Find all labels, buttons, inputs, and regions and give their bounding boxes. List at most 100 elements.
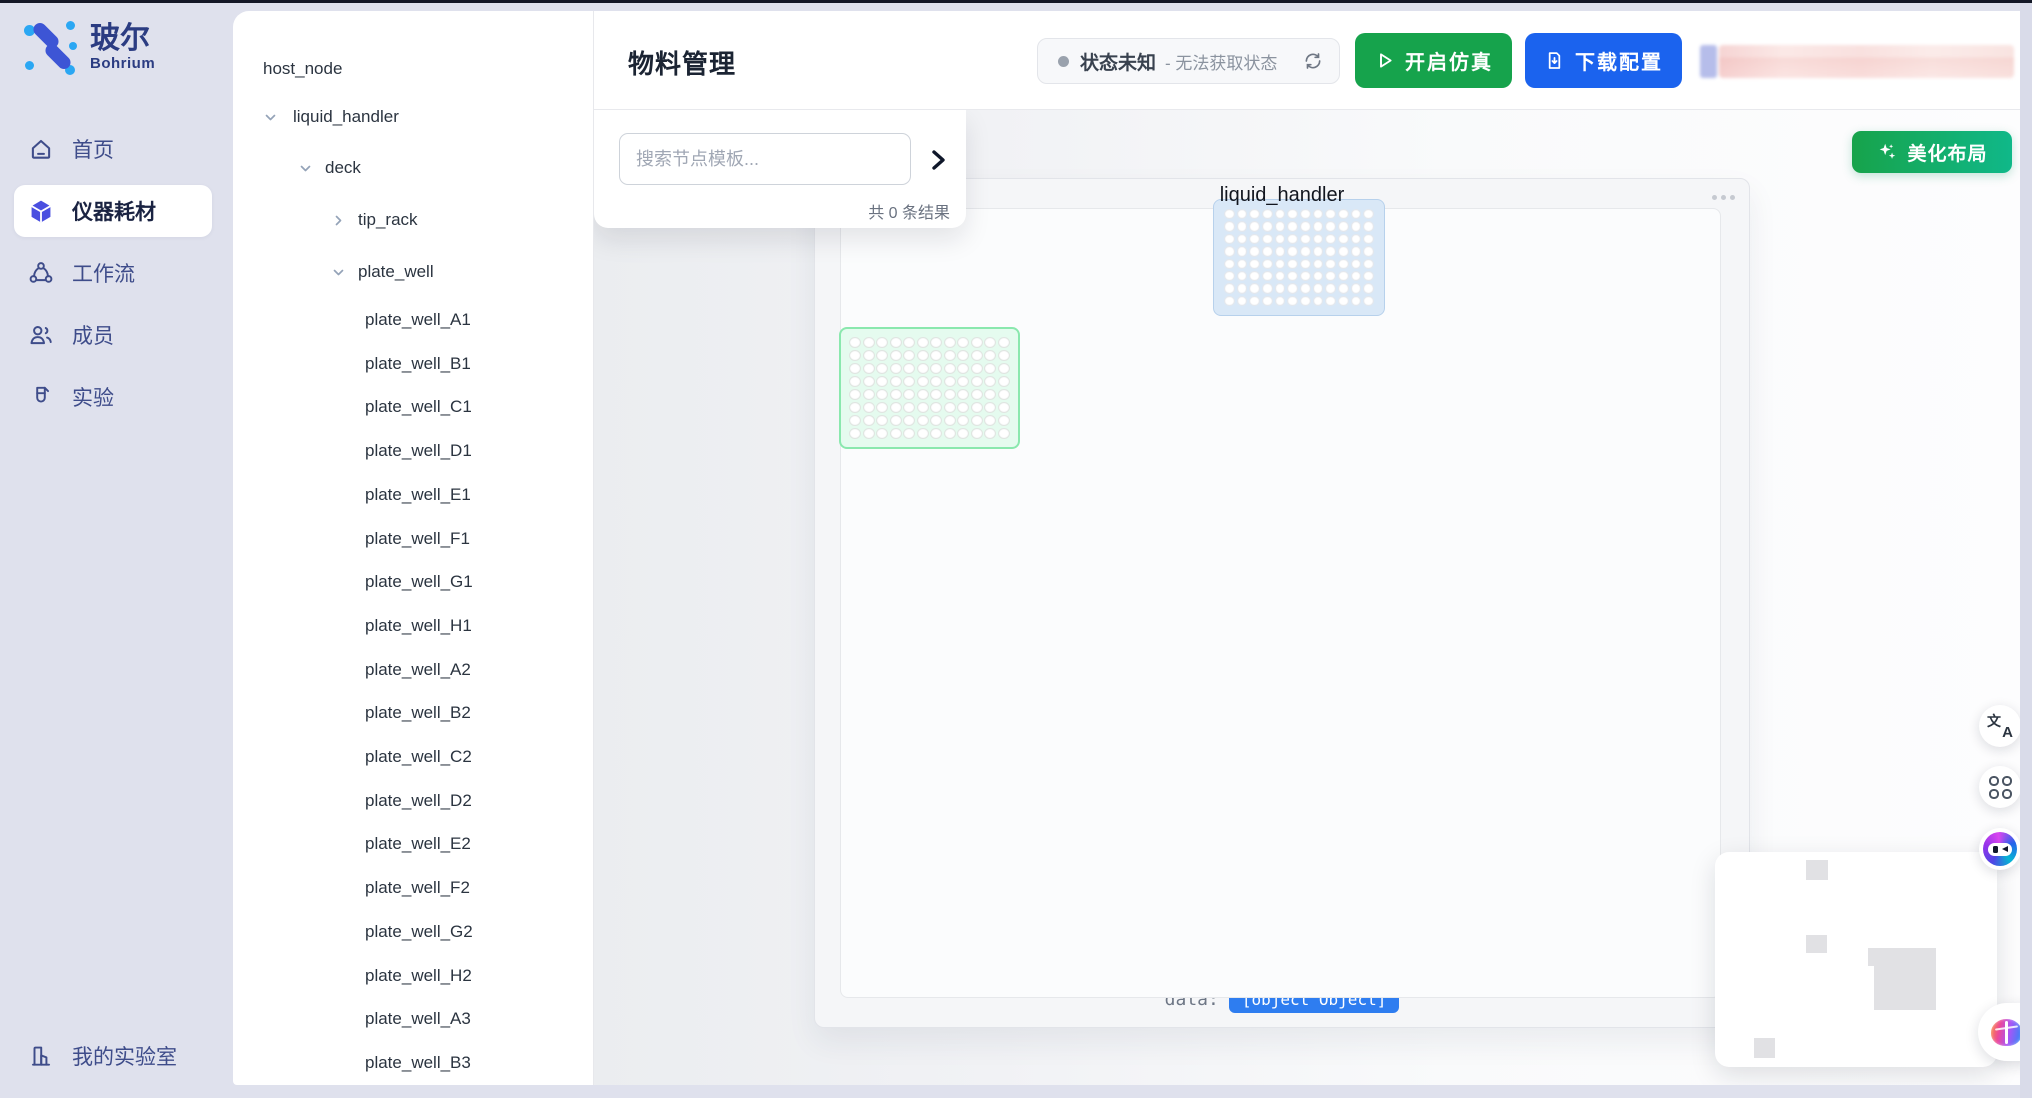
well — [890, 415, 902, 426]
well — [1287, 296, 1298, 306]
well — [890, 402, 902, 413]
well — [1338, 271, 1349, 281]
tree-node-plate_well_B1[interactable]: plate_well_B1 — [233, 352, 593, 376]
well — [1313, 296, 1324, 306]
collapse-chevron-icon[interactable] — [928, 148, 948, 172]
translate-tool-button[interactable]: 文A — [1979, 705, 2020, 747]
sidebar-item-members[interactable]: 成员 — [0, 304, 233, 366]
tree-node-plate_well_G1[interactable]: plate_well_G1 — [233, 570, 593, 594]
well — [1237, 296, 1248, 306]
tree-node-plate_well_C2[interactable]: plate_well_C2 — [233, 745, 593, 769]
tree-node-plate_well_A3[interactable]: plate_well_A3 — [233, 1007, 593, 1031]
members-icon — [28, 322, 54, 348]
tree-node-label: plate_well_H1 — [365, 616, 472, 636]
components-tool-button[interactable] — [1979, 766, 2020, 808]
well — [903, 402, 915, 413]
liquid-handler-node[interactable]: liquid_handler data: [object Object] — [814, 178, 1750, 1028]
well — [849, 337, 861, 348]
page-scrollbar[interactable] — [2020, 0, 2032, 1098]
well — [1275, 283, 1286, 293]
well — [1351, 246, 1362, 256]
tree-node-plate_well_H2[interactable]: plate_well_H2 — [233, 964, 593, 988]
sidebar-item-experiment[interactable]: 实验 — [0, 366, 233, 428]
well — [1325, 234, 1336, 244]
user-account-redacted — [1700, 45, 2014, 78]
tree-node-label: plate_well_E1 — [365, 485, 471, 505]
well — [1351, 296, 1362, 306]
flow-canvas[interactable]: 共 0 条结果 美化布局 liquid_handler data: [objec… — [594, 110, 2020, 1085]
tree-node-plate_well_B2[interactable]: plate_well_B2 — [233, 701, 593, 725]
canvas-minimap[interactable] — [1715, 852, 1997, 1067]
well — [903, 376, 915, 387]
experiment-icon — [28, 384, 54, 410]
well — [1237, 234, 1248, 244]
tree-node-plate_well_C1[interactable]: plate_well_C1 — [233, 395, 593, 419]
download-config-button[interactable]: 下载配置 — [1525, 33, 1682, 88]
tree-node-plate_well_G2[interactable]: plate_well_G2 — [233, 920, 593, 944]
refresh-status-icon[interactable] — [1303, 51, 1323, 71]
well — [971, 337, 983, 348]
well — [1262, 283, 1273, 293]
well — [1351, 209, 1362, 219]
well — [1313, 209, 1324, 219]
well — [957, 415, 969, 426]
tree-node-plate_well[interactable]: plate_well — [233, 260, 593, 284]
tree-node-plate_well_A1[interactable]: plate_well_A1 — [233, 308, 593, 332]
tree-node-deck[interactable]: deck — [233, 156, 593, 180]
well — [1224, 296, 1235, 306]
tree-node-plate_well_B3[interactable]: plate_well_B3 — [233, 1051, 593, 1075]
well — [917, 402, 929, 413]
start-simulation-button[interactable]: 开启仿真 — [1355, 33, 1512, 88]
sidebar-item-cube[interactable]: 仪器耗材 — [0, 180, 233, 242]
tree-node-plate_well_D2[interactable]: plate_well_D2 — [233, 789, 593, 813]
well — [849, 376, 861, 387]
tree-node-plate_well_H1[interactable]: plate_well_H1 — [233, 614, 593, 638]
sidebar-item-my-lab[interactable]: 我的实验室 — [0, 1030, 233, 1082]
tree-node-tip_rack[interactable]: tip_rack — [233, 208, 593, 232]
tree-node-label: plate_well_A3 — [365, 1009, 471, 1029]
chevron-right-icon[interactable] — [331, 213, 346, 228]
tree-node-host_node[interactable]: host_node — [233, 57, 593, 81]
ai-assistant-button[interactable] — [1979, 828, 2020, 870]
well — [876, 376, 888, 387]
tree-node-label: plate_well_C2 — [365, 747, 472, 767]
tree-node-plate_well_F1[interactable]: plate_well_F1 — [233, 527, 593, 551]
sidebar-item-label: 工作流 — [72, 258, 135, 288]
brand-logo[interactable]: 玻尔 Bohrium — [22, 17, 155, 77]
beautify-layout-button[interactable]: 美化布局 — [1852, 131, 2012, 173]
tree-node-liquid_handler[interactable]: liquid_handler — [233, 105, 593, 129]
workflow-icon — [28, 260, 54, 286]
node-menu-icon[interactable] — [1712, 195, 1735, 200]
well-plate-green[interactable] — [839, 327, 1020, 449]
robot-icon — [1983, 832, 2017, 866]
translate-icon: 文A — [1987, 713, 2013, 739]
tree-node-plate_well_E2[interactable]: plate_well_E2 — [233, 832, 593, 856]
avatar-placeholder — [1700, 45, 1717, 78]
well-plate-blue[interactable] — [1213, 199, 1385, 316]
well — [1262, 221, 1273, 231]
well — [1338, 221, 1349, 231]
well — [849, 402, 861, 413]
sidebar-item-home[interactable]: 首页 — [0, 118, 233, 180]
tree-node-plate_well_A2[interactable]: plate_well_A2 — [233, 658, 593, 682]
sidebar-item-workflow[interactable]: 工作流 — [0, 242, 233, 304]
apps-grid-icon — [1989, 776, 2012, 799]
search-input[interactable] — [619, 133, 911, 185]
cube-icon — [28, 198, 54, 224]
chevron-down-icon[interactable] — [298, 161, 313, 176]
well — [998, 376, 1010, 387]
well — [957, 376, 969, 387]
tree-node-plate_well_E1[interactable]: plate_well_E1 — [233, 483, 593, 507]
chevron-down-icon[interactable] — [263, 110, 278, 125]
well — [863, 415, 875, 426]
sidebar-item-label: 我的实验室 — [72, 1041, 177, 1071]
well — [1313, 234, 1324, 244]
well — [863, 428, 875, 439]
tree-node-plate_well_F2[interactable]: plate_well_F2 — [233, 876, 593, 900]
page-title: 物料管理 — [628, 44, 736, 81]
tree-node-plate_well_D1[interactable]: plate_well_D1 — [233, 439, 593, 463]
well — [1300, 246, 1311, 256]
chevron-down-icon[interactable] — [331, 265, 346, 280]
well — [957, 363, 969, 374]
status-detail: - 无法获取状态 — [1165, 49, 1277, 74]
